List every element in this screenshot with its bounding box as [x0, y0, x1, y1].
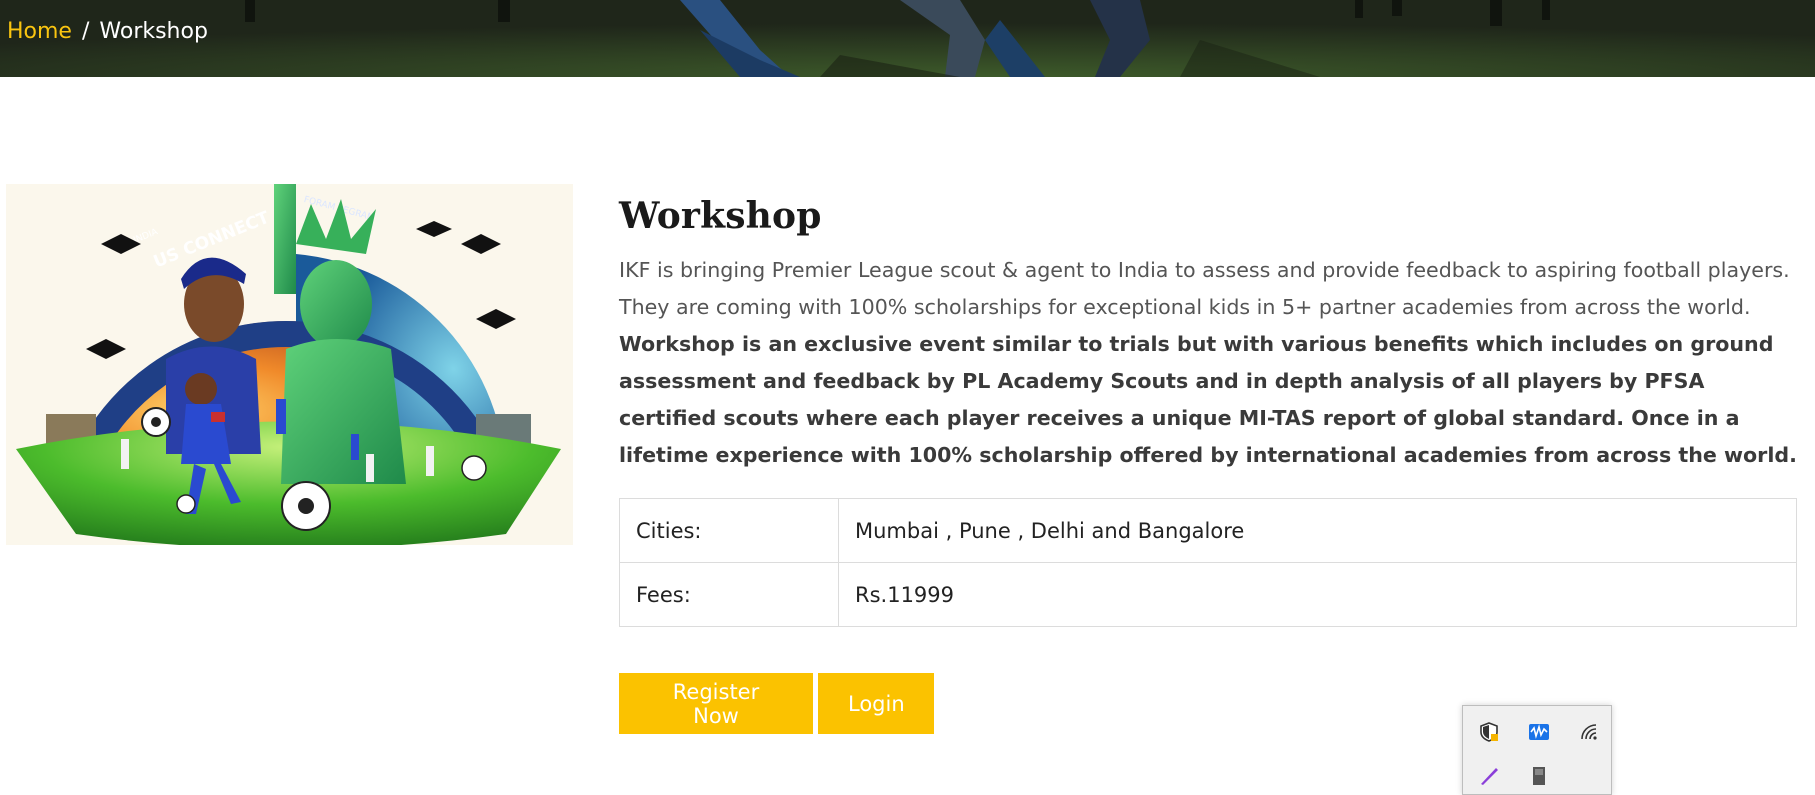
- breadcrumb: Home / Workshop: [7, 16, 208, 46]
- hero-banner: Home / Workshop: [0, 0, 1815, 77]
- detail-value-fees: Rs.11999: [838, 562, 1797, 627]
- page-title: Workshop: [619, 195, 822, 237]
- breadcrumb-current-page: Workshop: [99, 18, 208, 44]
- waveform-app-icon[interactable]: [1526, 719, 1552, 745]
- table-row-cities: Cities: Mumbai , Pune , Delhi and Bangal…: [619, 498, 1797, 563]
- workshop-description: IKF is bringing Premier League scout & a…: [619, 252, 1797, 474]
- workshop-highlight-text: Workshop is an exclusive event similar t…: [619, 332, 1797, 467]
- wifi-icon[interactable]: [1576, 719, 1602, 745]
- breadcrumb-home-link[interactable]: Home: [7, 19, 72, 44]
- detail-label-fees: Fees:: [619, 562, 839, 627]
- action-buttons: Register Now Login: [619, 673, 934, 734]
- us-connect-illustration: INDIA US CONNECT FORAM PEGRAM: [6, 184, 573, 545]
- detail-value-cities: Mumbai , Pune , Delhi and Bangalore: [838, 498, 1797, 563]
- security-shield-icon[interactable]: [1476, 719, 1502, 745]
- workshop-feature-image: INDIA US CONNECT FORAM PEGRAM: [6, 184, 573, 545]
- workshop-details-table: Cities: Mumbai , Pune , Delhi and Bangal…: [619, 498, 1797, 627]
- workshop-description-text: IKF is bringing Premier League scout & a…: [619, 258, 1790, 319]
- hero-background-image: [0, 0, 1815, 77]
- pen-app-icon[interactable]: [1476, 762, 1502, 788]
- table-row-fees: Fees: Rs.11999: [619, 562, 1797, 627]
- device-icon[interactable]: [1526, 762, 1552, 788]
- register-now-button[interactable]: Register Now: [619, 673, 813, 734]
- login-button[interactable]: Login: [818, 673, 934, 734]
- workshop-content: Workshop IKF is bringing Premier League …: [619, 190, 1797, 734]
- detail-label-cities: Cities:: [619, 498, 839, 563]
- breadcrumb-separator: /: [81, 18, 90, 44]
